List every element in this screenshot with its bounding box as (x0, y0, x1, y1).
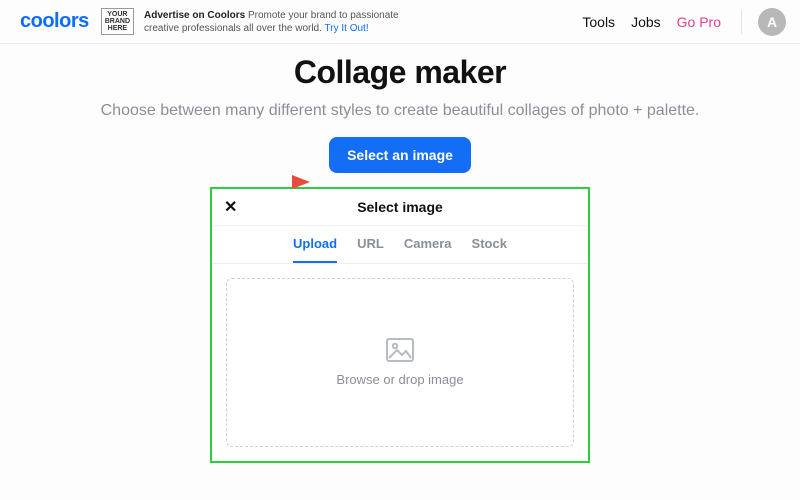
brand-badge-line: YOUR (105, 11, 130, 18)
tab-camera[interactable]: Camera (404, 236, 452, 263)
select-image-button[interactable]: Select an image (329, 137, 471, 173)
nav-jobs[interactable]: Jobs (631, 14, 661, 30)
tab-upload[interactable]: Upload (293, 236, 337, 263)
close-icon[interactable]: ✕ (224, 197, 242, 217)
image-icon (386, 338, 414, 362)
brand-badge-line: HERE (105, 25, 130, 32)
top-header: coolors YOUR BRAND HERE Advertise on Coo… (0, 0, 800, 44)
tab-stock[interactable]: Stock (472, 236, 507, 263)
header-ad: Advertise on Coolors Promote your brand … (144, 9, 404, 35)
logo[interactable]: coolors (20, 10, 89, 33)
dropzone-label: Browse or drop image (336, 372, 463, 387)
ad-cta-link[interactable]: Try It Out! (325, 23, 369, 34)
modal-title: Select image (242, 199, 558, 215)
nav-tools[interactable]: Tools (582, 14, 615, 30)
select-image-modal: ✕ Select image Upload URL Camera Stock B… (210, 187, 590, 463)
page-subtitle: Choose between many different styles to … (0, 99, 800, 123)
tab-url[interactable]: URL (357, 236, 384, 263)
modal-header: ✕ Select image (212, 189, 588, 226)
avatar[interactable]: A (758, 8, 786, 36)
top-nav: Tools Jobs Go Pro A (582, 8, 786, 36)
nav-divider (741, 10, 742, 34)
modal-tabs: Upload URL Camera Stock (212, 226, 588, 264)
page-title: Collage maker (0, 54, 800, 91)
brand-badge-line: BRAND (105, 18, 130, 25)
nav-go-pro[interactable]: Go Pro (677, 14, 721, 30)
ad-title: Advertise on Coolors (144, 10, 245, 21)
upload-dropzone[interactable]: Browse or drop image (226, 278, 574, 447)
ad-brand-badge: YOUR BRAND HERE (101, 8, 134, 35)
hero-section: Collage maker Choose between many differ… (0, 54, 800, 173)
